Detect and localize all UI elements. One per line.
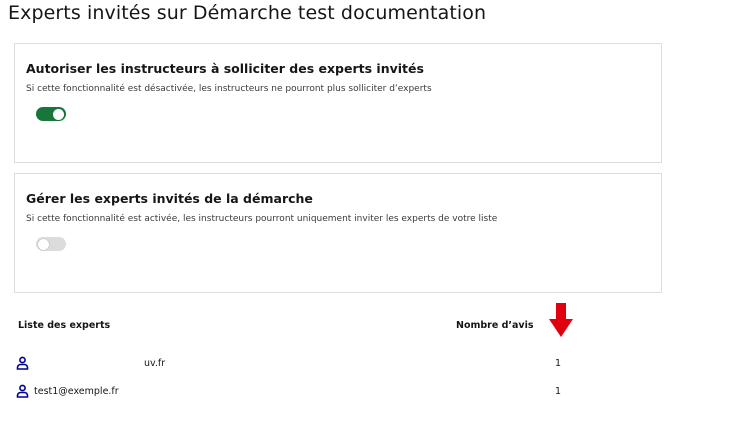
allow-experts-toggle[interactable] <box>36 107 66 121</box>
expert-email: test1@exemple.fr <box>34 386 119 397</box>
user-icon <box>16 384 29 398</box>
expert-row: test1@exemple.fr 1 <box>0 383 742 401</box>
arrow-down-icon <box>549 303 573 337</box>
manage-experts-toggle[interactable] <box>36 237 66 251</box>
user-icon <box>16 356 29 370</box>
setting-title: Gérer les experts invités de la démarche <box>26 191 313 206</box>
reviews-count: 1 <box>555 358 562 369</box>
setting-description: Si cette fonctionnalité est désactivée, … <box>26 84 432 94</box>
setting-title: Autoriser les instructeurs à solliciter … <box>26 61 424 76</box>
expert-row: uv.fr 1 <box>0 355 742 373</box>
reviews-count: 1 <box>555 386 562 397</box>
setting-card-allow-experts: Autoriser les instructeurs à solliciter … <box>14 43 662 163</box>
toggle-knob <box>53 108 64 120</box>
expert-email: uv.fr <box>144 358 166 369</box>
page-title: Experts invités sur Démarche test docume… <box>8 2 487 24</box>
experts-list-header: Liste des experts <box>18 320 111 331</box>
toggle-knob <box>38 238 49 250</box>
setting-card-manage-experts: Gérer les experts invités de la démarche… <box>14 173 662 293</box>
reviews-count-header: Nombre d’avis <box>456 320 534 331</box>
setting-description: Si cette fonctionnalité est activée, les… <box>26 214 498 224</box>
